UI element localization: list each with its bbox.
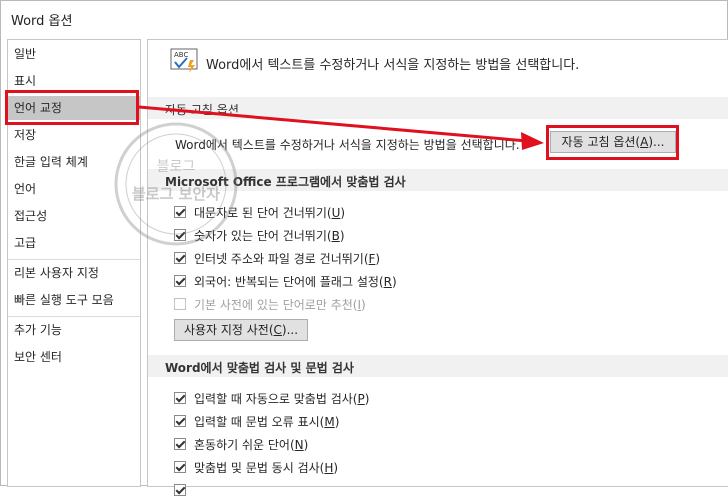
proofing-panel: ABC Word에서 텍스트를 수정하거나 서식을 지정하는 방법을 선택합니다… [147, 39, 728, 496]
title-bar: Word 옵션 [1, 1, 727, 35]
office-spelling-section-header: Microsoft Office 프로그램에서 맞춤법 검사 [148, 169, 728, 191]
skip-uppercase-checkbox[interactable] [174, 206, 186, 218]
check-grammar-with-spelling-label[interactable]: 맞춤법 및 문법 동시 검사(H) [194, 459, 338, 476]
sidebar-item-trust-center[interactable]: 보안 센터 [8, 345, 140, 369]
sidebar-item-add-ins[interactable]: 추가 기능 [8, 318, 140, 342]
sidebar-item-save[interactable]: 저장 [8, 123, 140, 147]
confused-words-checkbox[interactable] [174, 438, 186, 450]
sidebar-item-customize-ribbon[interactable]: 리본 사용자 지정 [8, 261, 140, 285]
flag-repeated-label[interactable]: 외국어: 반복되는 단어에 플래그 설정(R) [194, 273, 397, 290]
check-grammar-with-spelling-checkbox[interactable] [174, 461, 186, 473]
word-spelling-title: Word에서 맞춤법 검사 및 문법 검사 [165, 361, 354, 375]
sidebar-divider [8, 259, 140, 260]
mark-grammar-errors-checkbox[interactable] [174, 415, 186, 427]
panel-description: Word에서 텍스트를 수정하거나 서식을 지정하는 방법을 선택합니다. [206, 58, 580, 73]
sidebar-divider [8, 316, 140, 317]
proofing-icon: ABC [170, 48, 198, 73]
autocorrect-section-header: 자동 고침 옵션 [148, 97, 728, 119]
skip-uppercase-label[interactable]: 대문자로 된 단어 건너뛰기(U) [194, 204, 345, 221]
window-title: Word 옵션 [11, 14, 73, 29]
sidebar-item-general[interactable]: 일반 [8, 42, 140, 66]
autocorrect-description: Word에서 텍스트를 수정하거나 서식을 지정하는 방법을 선택합니다. [175, 138, 520, 152]
main-dictionary-only-label[interactable]: 기본 사전에 있는 단어로만 추천(I) [194, 296, 366, 313]
check-spelling-as-you-type-checkbox[interactable] [174, 392, 186, 404]
mark-grammar-errors-label[interactable]: 입력할 때 문법 오류 표시(M) [194, 413, 339, 430]
highlight-autocorrect-button [546, 125, 679, 160]
skip-urls-checkbox[interactable] [174, 252, 186, 264]
custom-dictionaries-button[interactable]: 사용자 지정 사전(C)... [174, 319, 308, 341]
main-dictionary-only-checkbox[interactable] [174, 298, 186, 310]
skip-numbers-label[interactable]: 숫자가 있는 단어 건너뛰기(B) [194, 227, 345, 244]
check-spelling-as-you-type-label[interactable]: 입력할 때 자동으로 맞춤법 검사(P) [194, 390, 369, 407]
sidebar-item-advanced[interactable]: 고급 [8, 231, 140, 255]
sidebar-item-korean-ime[interactable]: 한글 입력 체계 [8, 150, 140, 174]
sidebar-item-language[interactable]: 언어 [8, 177, 140, 201]
sidebar-item-accessibility[interactable]: 접근성 [8, 204, 140, 228]
word-spelling-section-header: Word에서 맞춤법 검사 및 문법 검사 [148, 355, 728, 377]
autocorrect-section-title: 자동 고침 옵션 [165, 103, 239, 117]
word-options-dialog: Word 옵션 일반 표시 언어 교정 저장 한글 입력 체계 언어 접근성 고… [0, 0, 728, 496]
skip-numbers-checkbox[interactable] [174, 229, 186, 241]
highlight-proofing [5, 90, 139, 125]
skip-urls-label[interactable]: 인터넷 주소와 파일 경로 건너뛰기(F) [194, 250, 380, 267]
confused-words-label[interactable]: 혼동하기 쉬운 단어(N) [194, 436, 308, 453]
flag-repeated-checkbox[interactable] [174, 275, 186, 287]
office-spelling-title: Microsoft Office 프로그램에서 맞춤법 검사 [165, 175, 406, 189]
sidebar-item-quick-access[interactable]: 빠른 실행 도구 모음 [8, 288, 140, 312]
